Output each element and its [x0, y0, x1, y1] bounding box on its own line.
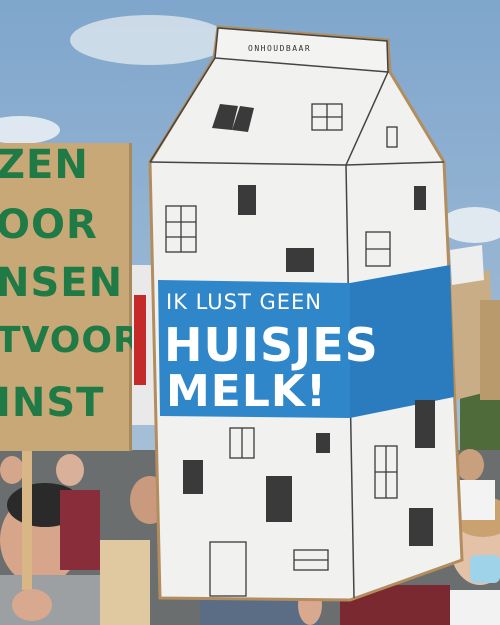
carton-text-line3: MELK!: [166, 366, 328, 417]
carton-text-line2: HUISJES: [164, 318, 379, 372]
carton-text-line1: IK LUST GEEN: [166, 290, 323, 314]
carton-top-label: ONHOUDBAAR: [248, 44, 312, 53]
protest-photo: ZEN OOR NSEN TVOOR INST ONHOUDBAAR IK LU…: [0, 0, 500, 625]
